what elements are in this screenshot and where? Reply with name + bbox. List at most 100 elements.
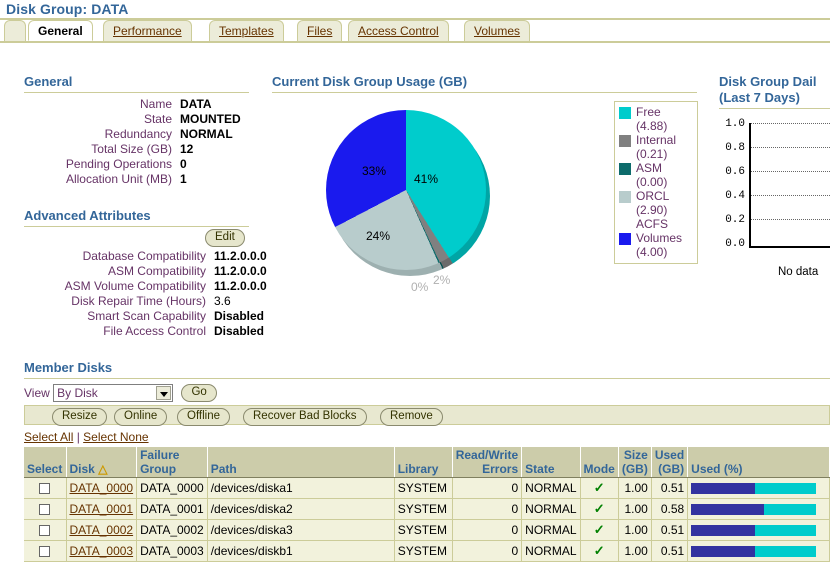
legend-swatch-free-icon [619,107,631,119]
select-all-link[interactable]: Select All [24,430,73,444]
member-disks-table: Select Disk △ Failure Group Path Library… [24,447,830,562]
legend-value-asm: (0.00) [636,175,693,189]
cell-used: 0.51 [651,478,687,499]
cell-used: 0.58 [651,499,687,520]
chevron-down-icon[interactable] [156,386,171,400]
legend-item-orcl-acfs[interactable]: ORCL (2.90) ACFS [619,189,693,231]
cell-select[interactable] [24,478,66,499]
sort-ascending-icon[interactable]: △ [98,462,107,476]
tab-volumes[interactable]: Volumes [464,20,530,41]
disk-link[interactable]: DATA_0003 [70,544,134,558]
advanced-label-database-compatibility: Database Compatibility [14,249,206,264]
tab-templates[interactable]: Templates [209,20,284,41]
cell-select[interactable] [24,541,66,562]
row-checkbox[interactable] [39,525,50,536]
ok-check-icon: ✓ [594,480,605,495]
tab-general[interactable]: General [28,20,93,41]
pie-label-asm: 0% [411,280,428,294]
offline-button[interactable]: Offline [177,408,230,426]
tab-bar: General Performance Templates Files Acce… [0,20,830,42]
view-select[interactable]: By Disk [53,384,173,402]
recover-bad-blocks-button[interactable]: Recover Bad Blocks [243,408,367,426]
tab-underline [0,41,830,43]
remove-button[interactable]: Remove [380,408,443,426]
legend-item-free[interactable]: Free (4.88) [619,105,693,133]
advanced-row: ASM Compatibility 11.2.0.0.0 [14,264,254,279]
disk-link[interactable]: DATA_0000 [70,481,134,495]
table-header-row: Select Disk △ Failure Group Path Library… [24,447,830,478]
select-links: Select All | Select None [24,430,149,444]
cell-disk[interactable]: DATA_0002 [66,520,137,541]
cell-mode: ✓ [580,520,618,541]
tab-performance[interactable]: Performance [103,20,192,41]
tab-spacer [4,20,26,41]
cell-state: NORMAL [522,541,580,562]
row-checkbox[interactable] [39,483,50,494]
cell-disk[interactable]: DATA_0001 [66,499,137,520]
advanced-row: ASM Volume Compatibility 11.2.0.0.0 [14,279,254,294]
legend-swatch-asm-icon [619,163,631,175]
used-pct-bar [691,504,816,515]
legend-value-free: (4.88) [636,119,693,133]
legend-item-internal[interactable]: Internal (0.21) [619,133,693,161]
view-label: View [24,386,50,400]
go-button[interactable]: Go [181,384,216,402]
edit-button-wrap: Edit [205,229,245,247]
general-value-name: DATA [180,97,212,112]
advanced-value-disk-repair-time: 3.6 [214,294,231,309]
col-disk[interactable]: Disk △ [66,447,137,478]
tab-access-control[interactable]: Access Control [348,20,449,41]
used-pct-fill [691,546,755,557]
general-value-state: MOUNTED [180,112,241,127]
cell-disk[interactable]: DATA_0003 [66,541,137,562]
cell-mode: ✓ [580,478,618,499]
advanced-value-asm-compatibility: 11.2.0.0.0 [214,264,267,279]
ytick-3: 0.6 [719,166,745,178]
legend-item-asm[interactable]: ASM (0.00) [619,161,693,189]
ytick-1: 0.2 [719,214,745,226]
legend-swatch-internal-icon [619,135,631,147]
legend-swatch-orcl-acfs-icon [619,191,631,203]
cell-failure-group: DATA_0002 [137,520,208,541]
row-checkbox[interactable] [39,504,50,515]
resize-button[interactable]: Resize [52,408,107,426]
disk-link[interactable]: DATA_0001 [70,502,134,516]
table-row[interactable]: DATA_0002 DATA_0002 /devices/diska3 SYST… [24,520,830,541]
title-bar: Disk Group: DATA [0,0,830,19]
disk-group-page: Disk Group: DATA General Performance Tem… [0,0,830,569]
cell-state: NORMAL [522,520,580,541]
general-rule [24,92,249,93]
cell-disk[interactable]: DATA_0000 [66,478,137,499]
select-none-link[interactable]: Select None [83,430,148,444]
general-label-total-size: Total Size (GB) [24,142,172,157]
ytick-0: 0.0 [719,238,745,250]
ytick-5: 1.0 [719,118,745,130]
advanced-row: File Access Control Disabled [14,324,254,339]
cell-select[interactable] [24,499,66,520]
ok-check-icon: ✓ [594,522,605,537]
advanced-label-asm-volume-compatibility: ASM Volume Compatibility [14,279,206,294]
table-row[interactable]: DATA_0000 DATA_0000 /devices/diska1 SYST… [24,478,830,499]
pie-slices[interactable] [326,110,486,270]
cell-path: /devices/diska2 [207,499,394,520]
general-row: State MOUNTED [24,112,249,127]
advanced-row: Database Compatibility 11.2.0.0.0 [14,249,254,264]
cell-errors: 0 [452,478,521,499]
table-row[interactable]: DATA_0001 DATA_0001 /devices/diska2 SYST… [24,499,830,520]
col-state: State [522,447,580,478]
row-checkbox[interactable] [39,546,50,557]
table-row[interactable]: DATA_0003 DATA_0003 /devices/diskb1 SYST… [24,541,830,562]
cell-used-pct [688,499,830,520]
cell-select[interactable] [24,520,66,541]
legend-item-volumes[interactable]: Volumes (4.00) [619,231,693,259]
member-disks-rule [24,378,830,379]
tab-files[interactable]: Files [297,20,342,41]
edit-button[interactable]: Edit [205,229,245,247]
disk-link[interactable]: DATA_0002 [70,523,134,537]
daily-chart-heading-line2: (Last 7 Days) [719,90,800,105]
gridline-0.8 [751,147,830,148]
legend-value-orcl-acfs: (2.90) [636,203,693,217]
online-button[interactable]: Online [114,408,167,426]
pie-label-free: 41% [414,172,438,186]
general-label-name: Name [24,97,172,112]
